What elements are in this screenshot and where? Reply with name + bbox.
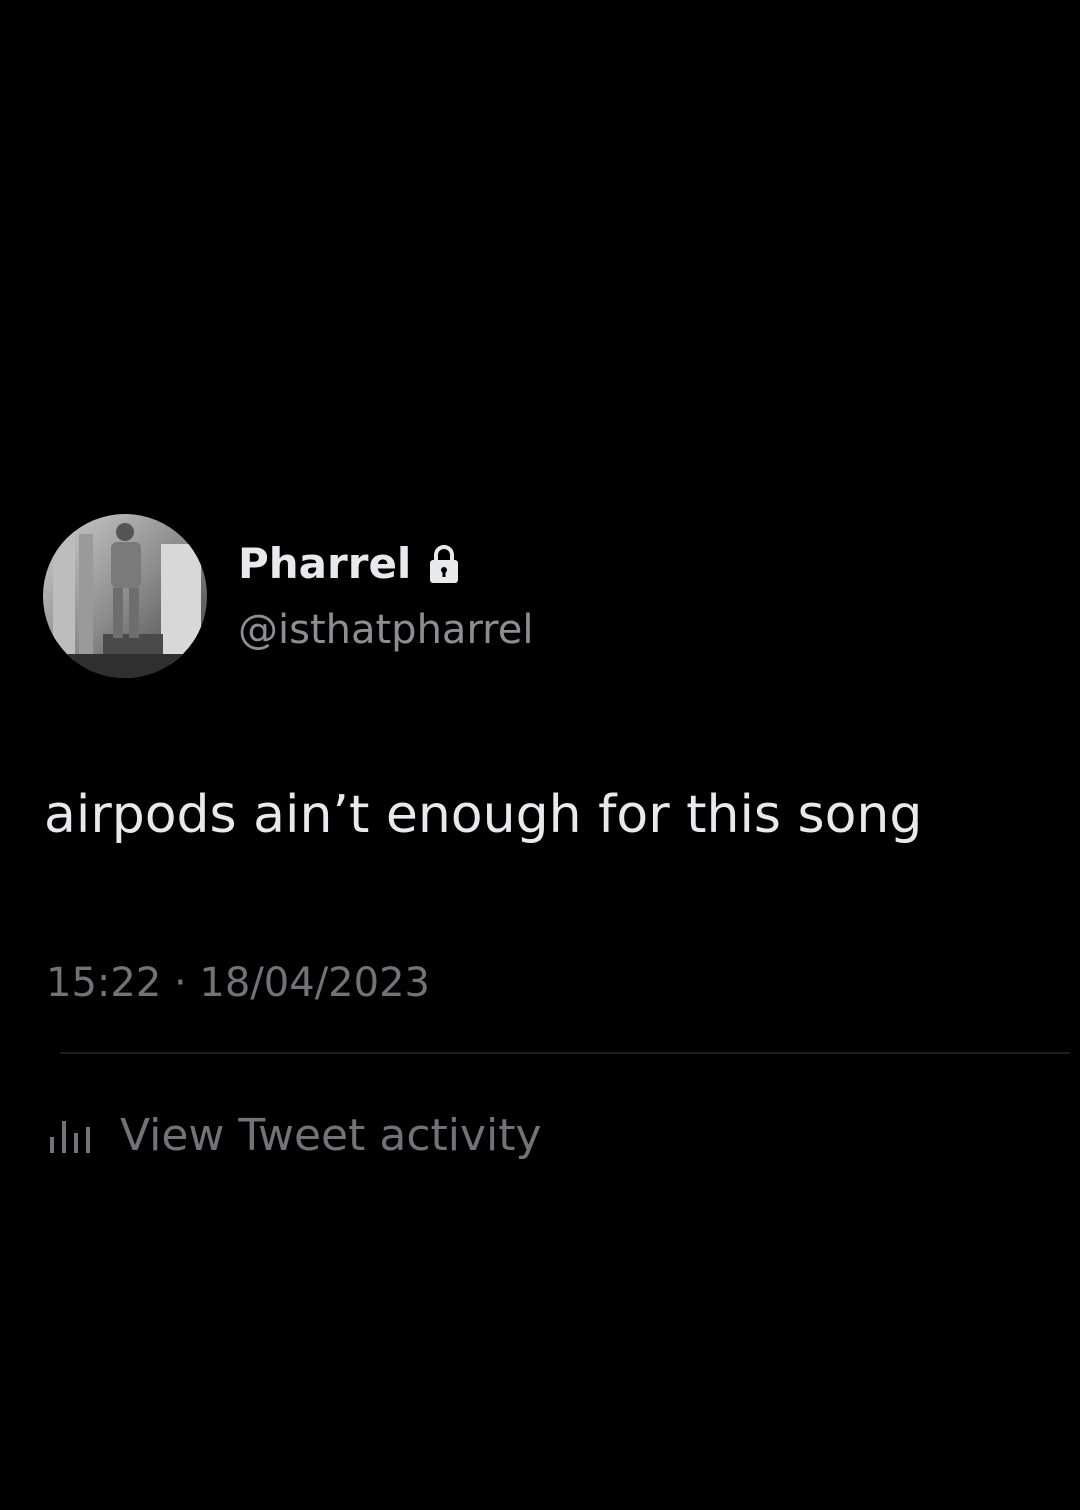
profile-photo [43,514,207,678]
tweet-text: airpods ain’t enough for this song [44,785,923,845]
avatar[interactable] [43,514,207,678]
divider [60,1052,1070,1054]
view-tweet-activity-button[interactable]: View Tweet activity [46,1108,542,1164]
lock-icon [430,545,459,583]
display-name[interactable]: Pharrel [238,536,461,592]
activity-label: View Tweet activity [120,1110,542,1161]
display-name-text: Pharrel [238,539,412,588]
tweet-card: Pharrel @isthatpharrel airpods ain’t eno… [0,0,1080,1510]
tweet-timestamp[interactable]: 15:22 · 18/04/2023 [46,955,430,1011]
bar-chart-icon [50,1121,90,1153]
user-handle[interactable]: @isthatpharrel [238,604,533,656]
